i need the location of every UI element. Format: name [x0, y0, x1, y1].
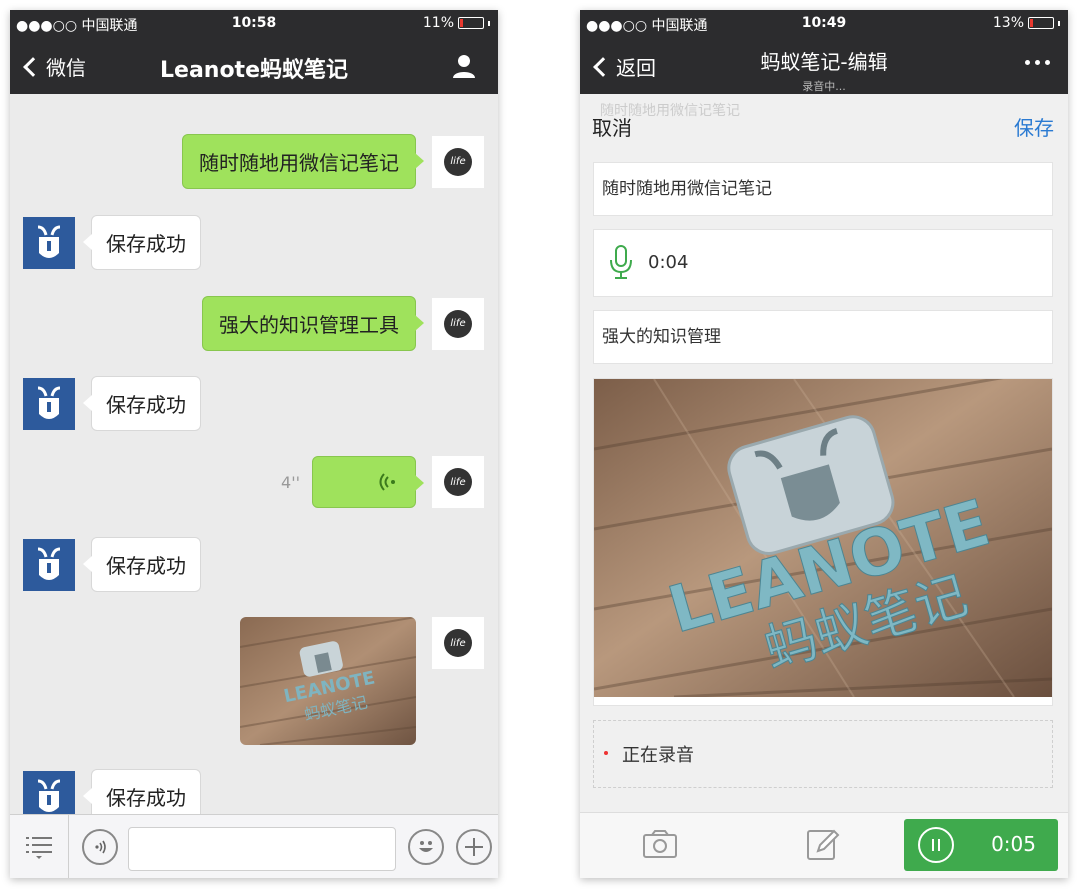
plus-icon: [465, 838, 483, 856]
life-logo-icon: life: [444, 147, 472, 176]
chat-title: Leanote蚂蚁笔记: [160, 58, 348, 83]
voice-duration: 4'': [281, 472, 300, 492]
voice-note-block[interactable]: 0:04: [593, 229, 1053, 297]
battery-tip: [1058, 20, 1060, 26]
voice-toggle-button[interactable]: [82, 829, 118, 865]
divider: [68, 815, 69, 878]
emoji-button[interactable]: [408, 829, 444, 865]
recording-timer: 0:05: [991, 832, 1036, 856]
note-image-block[interactable]: LEANOTE 蚂蚁笔记: [593, 367, 1053, 706]
image-bubble[interactable]: LEANOTE 蚂蚁笔记: [240, 617, 416, 745]
message-bubble[interactable]: 随时随地用微信记笔记: [182, 134, 424, 189]
battery-indicator: 13%: [993, 15, 1060, 31]
user-avatar[interactable]: life: [432, 617, 484, 669]
battery-fill: [460, 19, 463, 27]
user-profile-icon[interactable]: [450, 52, 478, 80]
more-options-icon[interactable]: [1025, 60, 1050, 65]
received-message: 保存成功: [23, 537, 201, 592]
life-logo-icon: life: [444, 629, 472, 657]
user-avatar[interactable]: life: [432, 297, 484, 350]
message-input[interactable]: [128, 827, 396, 871]
voice-icon: [95, 840, 106, 854]
leanote-logo-image: LEANOTE 蚂蚁笔记: [593, 367, 1053, 699]
battery-tip: [488, 20, 490, 26]
voice-note-duration: 0:04: [648, 252, 689, 273]
received-message: 保存成功: [23, 376, 201, 431]
nav-bar: 微信 Leanote蚂蚁笔记: [10, 38, 498, 94]
ant-logo-icon: [37, 386, 61, 419]
voice-wave-icon: [379, 473, 395, 491]
bot-avatar[interactable]: [23, 538, 75, 591]
life-logo-icon: life: [444, 468, 472, 496]
message-list[interactable]: 随时随地用微信记笔记 life 保存成功 强大的知识管理工具 life 保存成功…: [10, 94, 498, 824]
note-text-block[interactable]: 随时随地用微信记笔记: [593, 162, 1053, 216]
user-avatar[interactable]: life: [432, 456, 484, 508]
sent-image-message: LEANOTE 蚂蚁笔记 life: [240, 617, 484, 745]
note-text: 强大的知识管理: [602, 327, 721, 347]
microphone-icon: [610, 245, 632, 279]
chat-input-bar: [10, 814, 498, 878]
battery-indicator: 11%: [423, 15, 490, 31]
recording-subtitle: 录音中...: [802, 80, 846, 93]
status-bar: ●●●○○ 中国联通 10:49 13%: [580, 10, 1068, 38]
ant-logo-icon: [37, 225, 61, 258]
ant-logo-icon: [37, 779, 61, 812]
smiley-icon: [419, 841, 433, 852]
recording-indicator: 正在录音: [593, 720, 1053, 788]
menu-list-icon[interactable]: [24, 833, 54, 861]
cancel-button[interactable]: 取消: [592, 112, 632, 141]
life-logo-icon: life: [444, 309, 472, 338]
sent-message: 随时随地用微信记笔记 life: [182, 134, 484, 189]
ant-logo-icon: [37, 547, 61, 580]
editor-action-bar: 随时随地用微信记笔记 取消 保存: [580, 94, 1068, 150]
battery-icon: [458, 17, 484, 29]
message-bubble[interactable]: 保存成功: [83, 376, 201, 431]
received-message: 保存成功: [23, 215, 201, 270]
battery-percent: 11%: [422, 15, 454, 31]
battery-percent: 13%: [992, 15, 1024, 31]
bot-avatar[interactable]: [23, 216, 75, 269]
message-bubble[interactable]: 保存成功: [83, 215, 201, 270]
more-plus-button[interactable]: [456, 829, 492, 865]
sent-voice-message: 4'' life: [281, 456, 484, 508]
message-bubble[interactable]: 强大的知识管理工具: [202, 296, 424, 351]
battery-icon: [1028, 17, 1054, 29]
note-editor-screen: ●●●○○ 中国联通 10:49 13% 返回 蚂蚁笔记-编辑 录音中... 随…: [580, 10, 1068, 878]
sent-message: 强大的知识管理工具 life: [202, 296, 484, 351]
page-title: 蚂蚁笔记-编辑: [760, 50, 888, 74]
pause-icon: [918, 827, 954, 863]
leanote-logo-image: LEANOTE 蚂蚁笔记: [240, 617, 416, 745]
wechat-chat-screen: ●●●○○ 中国联通 10:58 11% 微信 Leanote蚂蚁笔记 随时随地…: [10, 10, 498, 878]
battery-fill: [1030, 19, 1033, 27]
note-text-block[interactable]: 强大的知识管理: [593, 310, 1053, 364]
camera-icon[interactable]: [642, 829, 678, 859]
save-button[interactable]: 保存: [1014, 112, 1054, 141]
recording-dot: [604, 751, 608, 755]
note-text: 随时随地用微信记笔记: [602, 179, 772, 199]
nav-bar: 返回 蚂蚁笔记-编辑 录音中...: [580, 38, 1068, 94]
edit-pencil-icon[interactable]: [806, 827, 840, 861]
bot-avatar[interactable]: [23, 377, 75, 430]
voice-bubble[interactable]: [312, 456, 424, 508]
message-bubble[interactable]: 保存成功: [83, 537, 201, 592]
user-avatar[interactable]: life: [432, 135, 484, 188]
recording-control-button[interactable]: 0:05: [904, 819, 1058, 871]
status-bar: ●●●○○ 中国联通 10:58 11%: [10, 10, 498, 38]
editor-toolbar: 0:05: [580, 812, 1068, 878]
recording-label: 正在录音: [622, 745, 694, 766]
